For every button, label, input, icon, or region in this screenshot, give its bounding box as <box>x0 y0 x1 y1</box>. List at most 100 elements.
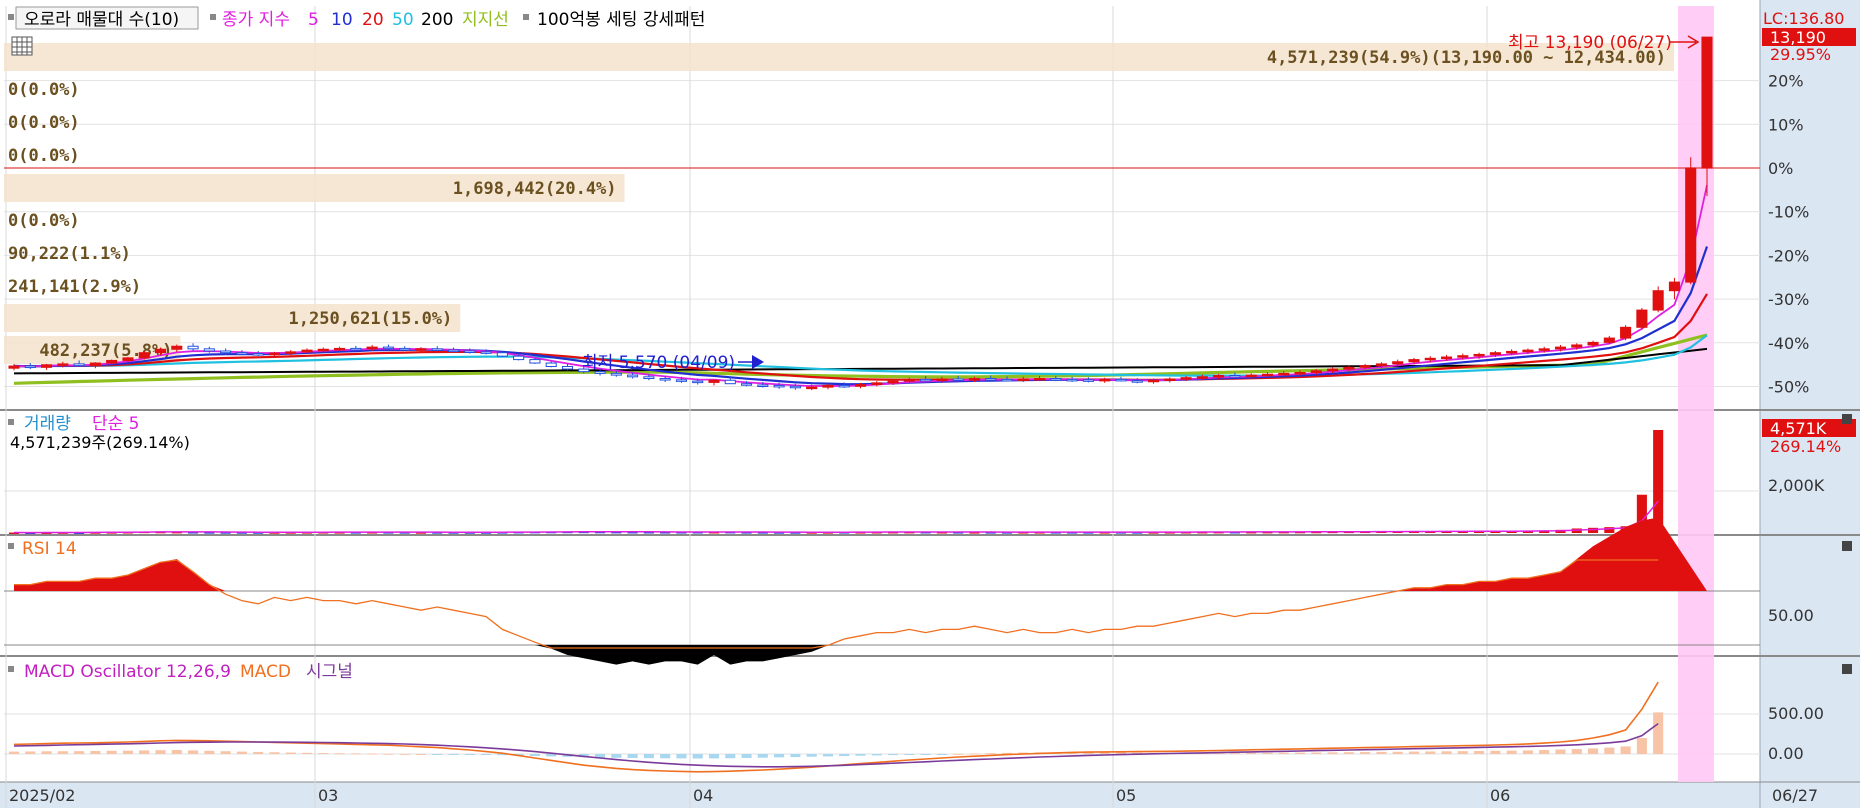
candle-body <box>1115 378 1127 382</box>
macd-osc-bar <box>25 751 36 754</box>
macd-osc-bar <box>1571 749 1582 754</box>
macd-osc-bar <box>985 753 996 755</box>
macd-osc-bar <box>253 751 264 754</box>
legend-ma-20: 20 <box>362 10 384 30</box>
volume-ma-label: 단순 5 <box>92 414 140 434</box>
macd-osc-bar <box>822 754 833 757</box>
candle-body <box>920 378 932 382</box>
macd-osc-bar <box>399 753 410 755</box>
candle-body <box>350 347 362 351</box>
macd-tick-500: 500.00 <box>1768 704 1824 723</box>
candle-body <box>789 385 801 389</box>
candle-body <box>24 365 36 369</box>
macd-osc-bar <box>888 754 899 756</box>
volume-profile-label: 1,250,621(15.0%) <box>289 309 453 329</box>
candle-body <box>1099 378 1111 382</box>
legend-ma-200: 200 <box>421 10 453 30</box>
candle-body <box>757 384 769 387</box>
macd-osc-bar <box>708 754 720 759</box>
candle-body <box>171 345 183 350</box>
candle-body <box>203 348 215 352</box>
macd-osc-bar <box>1490 750 1501 754</box>
macd-osc-bar <box>936 754 947 755</box>
macd-osc-bar <box>676 754 687 759</box>
macd-osc-bar <box>236 751 247 754</box>
candle-body <box>1392 361 1404 365</box>
legend-title[interactable]: 오로라 매물대 수(10) <box>24 10 179 30</box>
volume-profile-label: 0(0.0%) <box>8 211 80 231</box>
x-tick-label: 03 <box>318 786 338 805</box>
macd-osc-bar <box>41 751 52 754</box>
candle-body <box>708 379 720 383</box>
macd-osc-bar <box>432 754 443 755</box>
pct-tick-label: -30% <box>1768 290 1809 309</box>
macd-osc-bar <box>8 751 20 754</box>
macd-osc-bar <box>546 754 557 757</box>
macd-tick-0: 0.00 <box>1768 744 1804 763</box>
candle-body <box>1180 377 1192 380</box>
candle-body <box>89 362 101 367</box>
candle-body <box>968 378 980 381</box>
macd-osc-bar <box>1555 749 1566 754</box>
macd-osc-bar <box>969 753 980 755</box>
macd-osc-bar <box>1311 752 1322 754</box>
macd-osc-bar <box>871 754 882 756</box>
candle-body <box>1310 370 1322 374</box>
macd-osc-bar <box>1278 752 1289 754</box>
macd-macd-label: MACD <box>240 662 291 682</box>
macd-osc-bar <box>220 751 231 754</box>
macd-osc-bar <box>1343 752 1354 754</box>
price-pct-tag: 29.95% <box>1770 45 1831 64</box>
legend-setting-label: 100억봉 세팅 강세패턴 <box>537 10 705 30</box>
candle-body <box>464 350 476 353</box>
candle-body <box>268 352 281 356</box>
high-label: 최고 13,190 (06/27) <box>1508 33 1672 53</box>
candle-body <box>1457 355 1469 358</box>
x-tick-label: 2025/02 <box>9 786 75 805</box>
legend-ma-label: 종가 지수 <box>222 10 290 30</box>
volume-tag: 4,571K <box>1770 419 1827 438</box>
macd-osc-bar <box>448 754 459 755</box>
candle-body <box>1196 376 1208 379</box>
macd-osc-bar <box>139 750 150 754</box>
volume-profile-label: 1,698,442(20.4%) <box>453 179 617 199</box>
candle-body <box>985 378 997 381</box>
macd-osc-bar <box>57 751 68 754</box>
volume-close-icon[interactable] <box>1842 414 1852 424</box>
macd-close-icon[interactable] <box>1842 664 1852 674</box>
candle-body <box>610 372 622 376</box>
rsi-close-icon[interactable] <box>1842 541 1852 551</box>
macd-osc-bar <box>627 754 638 758</box>
macd-osc-bar <box>301 752 313 754</box>
macd-osc-bar <box>1392 751 1403 754</box>
macd-osc-bar <box>1294 752 1306 754</box>
candle-body <box>952 378 964 381</box>
candle-body <box>1603 337 1615 343</box>
candle-body <box>513 355 525 361</box>
macd-legend-marker <box>8 666 14 672</box>
macd-osc-bar <box>953 753 964 755</box>
x-tick-label: 06 <box>1490 786 1510 805</box>
macd-osc-bar <box>904 754 915 755</box>
macd-osc-bar <box>106 750 117 754</box>
candle-body <box>8 365 20 369</box>
candle <box>1652 286 1664 313</box>
candle-body <box>903 378 915 382</box>
macd-osc-bar <box>481 754 492 755</box>
candle-body <box>301 349 313 353</box>
macd-osc-bar <box>1588 748 1599 754</box>
candle-body <box>1701 36 1713 169</box>
candle-body <box>1506 350 1518 354</box>
volume-legend-marker <box>8 419 14 425</box>
volume-profile-label: 0(0.0%) <box>8 80 80 100</box>
candle-body <box>724 379 736 385</box>
candle-body <box>1522 349 1534 353</box>
macd-osc-bar <box>1474 750 1485 754</box>
candle-body <box>138 352 150 359</box>
candle-body <box>1343 366 1355 370</box>
macd-osc-bar <box>318 753 329 755</box>
macd-osc-bar <box>1522 750 1533 754</box>
candle-body <box>871 382 883 386</box>
candle-body <box>1424 357 1436 361</box>
macd-osc-bar <box>611 754 622 758</box>
